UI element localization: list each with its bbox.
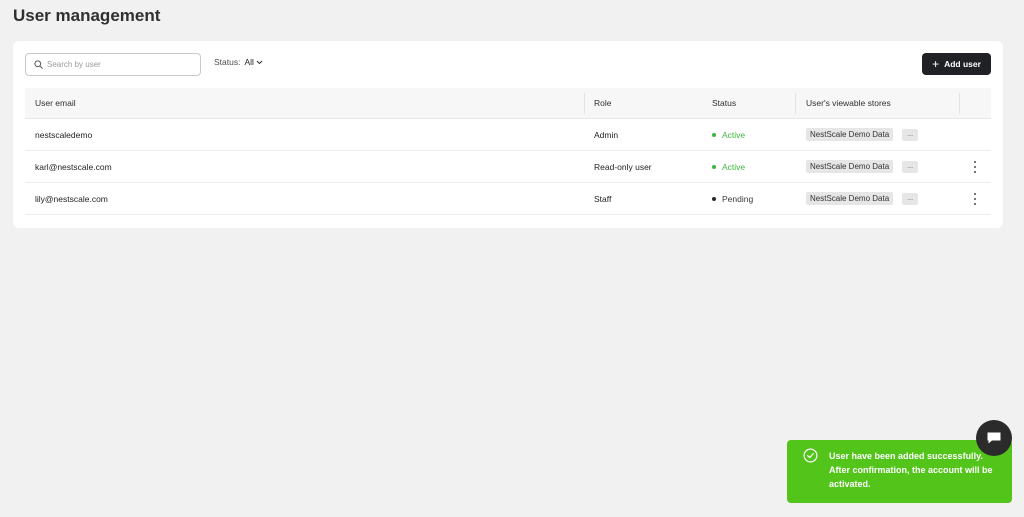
status-badge: Active [712,130,745,140]
search-input[interactable] [47,60,187,69]
check-circle-icon [803,448,818,463]
column-header-email[interactable]: User email [35,88,76,118]
status-dot [712,164,716,169]
more-vertical-icon[interactable] [972,161,978,173]
user-email: karl@nestscale.com [35,161,112,172]
search-box[interactable] [25,53,201,76]
user-stores: NestScale Demo Data ... [806,119,919,150]
search-icon [34,60,43,69]
more-stores-chip[interactable]: ... [902,128,919,141]
column-divider [795,93,796,114]
status-badge: Pending [712,194,753,204]
success-toast: User have been added successfully. After… [787,440,1012,503]
page-title: User management [13,6,161,25]
status-dot [712,132,716,137]
plus-icon: + [932,57,940,71]
user-email: lily@nestscale.com [35,193,108,204]
more-vertical-icon[interactable] [972,193,978,205]
store-chip: NestScale Demo Data [806,160,894,173]
status-badge: Active [712,162,745,172]
status-filter-label: Status: [214,57,241,67]
status-dot [712,196,716,201]
user-management-card: Status: All + Add user User email Role S… [13,41,1003,228]
toolbar: Status: All + Add user [25,53,991,76]
users-table: User email Role Status User's viewable s… [25,88,991,215]
user-role: Staff [594,193,612,204]
store-chip: NestScale Demo Data [806,128,894,141]
user-role: Read-only user [594,161,652,172]
column-header-role[interactable]: Role [594,88,611,118]
chat-button[interactable] [976,420,1012,456]
table-header: User email Role Status User's viewable s… [25,88,991,119]
user-role: Admin [594,129,619,140]
status-text: Pending [722,193,754,204]
more-stores-chip[interactable]: ... [902,192,919,205]
status-text: Active [722,161,746,172]
user-email: nestscaledemo [35,129,93,140]
column-header-stores[interactable]: User's viewable stores [806,88,891,118]
add-user-label: Add user [944,59,981,69]
user-status: Active [712,151,745,182]
add-user-button[interactable]: + Add user [922,53,991,75]
store-chip: NestScale Demo Data [806,192,894,205]
user-status: Active [712,119,745,150]
status-filter-value[interactable]: All [244,57,263,67]
column-divider [959,93,960,114]
status-text: Active [722,129,746,140]
toast-message: User have been added successfully. After… [829,451,993,489]
user-stores: NestScale Demo Data ... [806,151,919,182]
status-filter[interactable]: Status: All [214,57,263,67]
user-stores: NestScale Demo Data ... [806,183,919,214]
chevron-down-icon [256,60,263,64]
table-row[interactable]: lily@nestscale.com Staff Pending NestSca… [25,183,991,215]
column-divider [584,93,585,114]
user-status: Pending [712,183,753,214]
column-header-status[interactable]: Status [712,88,736,118]
table-row[interactable]: nestscaledemo Admin Active NestScale Dem… [25,119,991,151]
status-filter-selected: All [244,57,254,67]
chat-icon [987,432,1001,444]
table-row[interactable]: karl@nestscale.com Read-only user Active… [25,151,991,183]
more-stores-chip[interactable]: ... [902,160,919,173]
